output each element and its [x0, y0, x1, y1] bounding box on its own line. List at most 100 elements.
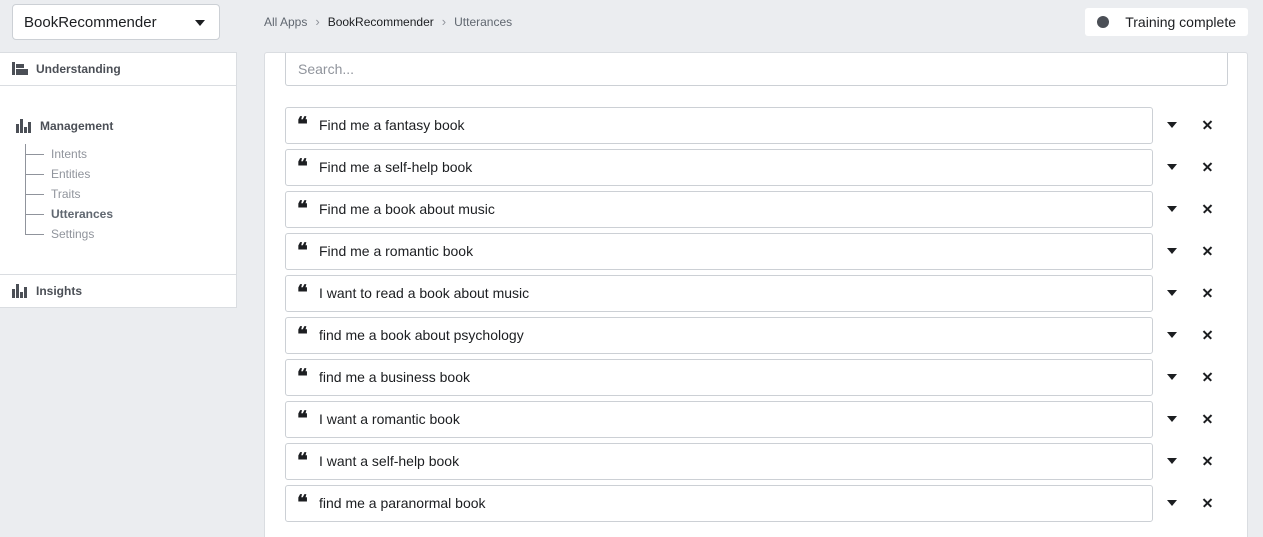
caret-down-icon: [1167, 248, 1177, 254]
utterance-text: Find me a fantasy book: [319, 117, 465, 133]
expand-utterance-button[interactable]: [1163, 286, 1181, 300]
subnav-item-utterances[interactable]: Utterances: [26, 204, 175, 224]
expand-utterance-button[interactable]: [1163, 202, 1181, 216]
search-input[interactable]: [285, 53, 1228, 86]
subnav-item-settings[interactable]: Settings: [26, 224, 175, 244]
quote-icon: ❝: [297, 406, 308, 430]
chevron-right-icon: ›: [315, 14, 320, 29]
utterance-row: ❝ find me a paranormal book: [285, 485, 1228, 527]
nav-management-label: Management: [40, 119, 114, 133]
expand-utterance-button[interactable]: [1163, 412, 1181, 426]
quote-icon: ❝: [297, 448, 308, 472]
app-selector[interactable]: BookRecommender: [12, 4, 220, 40]
expand-utterance-button[interactable]: [1163, 244, 1181, 258]
utterance-row: ❝ find me a business book: [285, 359, 1228, 401]
caret-down-icon: [1167, 374, 1177, 380]
expand-utterance-button[interactable]: [1163, 496, 1181, 510]
delete-utterance-button[interactable]: [1199, 284, 1217, 302]
delete-utterance-button[interactable]: [1199, 410, 1217, 428]
utterance-row: ❝ I want to read a book about music: [285, 275, 1228, 317]
nav-understanding-label: Understanding: [36, 62, 121, 76]
utterance-row: ❝ Find me a self-help book: [285, 149, 1228, 191]
utterance-text: Find me a romantic book: [319, 243, 474, 259]
utterance-row: ❝ find me a book about psychology: [285, 317, 1228, 359]
caret-down-icon: [1167, 164, 1177, 170]
utterance-field[interactable]: ❝ Find me a book about music: [285, 191, 1153, 228]
nav-insights-label: Insights: [36, 284, 83, 298]
delete-utterance-button[interactable]: [1199, 242, 1217, 260]
utterance-text: find me a business book: [319, 369, 470, 385]
quote-icon: ❝: [297, 280, 308, 304]
quote-icon: ❝: [297, 238, 308, 262]
utterance-field[interactable]: ❝ find me a book about psychology: [285, 317, 1153, 354]
utterance-field[interactable]: ❝ I want a romantic book: [285, 401, 1153, 438]
delete-utterance-button[interactable]: [1199, 158, 1217, 176]
expand-utterance-button[interactable]: [1163, 454, 1181, 468]
caret-down-icon: [1167, 206, 1177, 212]
delete-utterance-button[interactable]: [1199, 452, 1217, 470]
training-status: Training complete: [1085, 8, 1248, 36]
subnav-item-traits[interactable]: Traits: [26, 184, 175, 204]
utterance-text: I want a self-help book: [319, 453, 460, 469]
caret-down-icon: [1167, 290, 1177, 296]
utterance-text: Find me a book about music: [319, 201, 495, 217]
breadcrumb-all-apps[interactable]: All Apps: [264, 15, 307, 29]
caret-down-icon: [1167, 500, 1177, 506]
sidebar: BookRecommender Understanding Management: [0, 0, 237, 537]
utterance-field[interactable]: ❝ find me a business book: [285, 359, 1153, 396]
training-status-label: Training complete: [1125, 14, 1236, 30]
quote-icon: ❝: [297, 196, 308, 220]
quote-icon: ❝: [297, 154, 308, 178]
breadcrumb-page: Utterances: [454, 14, 513, 29]
utterance-field[interactable]: ❝ Find me a self-help book: [285, 149, 1153, 186]
management-subnav: Intents Entities Traits Utterances Setti…: [25, 144, 175, 241]
understanding-icon: [12, 62, 28, 76]
nav-section-management: Management Intents Entities Traits Utter…: [0, 85, 237, 275]
delete-utterance-button[interactable]: [1199, 116, 1217, 134]
expand-utterance-button[interactable]: [1163, 328, 1181, 342]
caret-down-icon: [1167, 122, 1177, 128]
utterance-row: ❝ Find me a romantic book: [285, 233, 1228, 275]
nav-section-insights: Insights: [0, 274, 237, 308]
utterance-text: find me a book about psychology: [319, 327, 524, 343]
expand-utterance-button[interactable]: [1163, 370, 1181, 384]
expand-utterance-button[interactable]: [1163, 118, 1181, 132]
chevron-right-icon: ›: [441, 14, 447, 29]
utterance-field[interactable]: ❝ I want a self-help book: [285, 443, 1153, 480]
quote-icon: ❝: [297, 364, 308, 388]
nav-understanding[interactable]: Understanding: [12, 62, 121, 76]
nav-section-understanding: Understanding: [0, 52, 237, 86]
delete-utterance-button[interactable]: [1199, 494, 1217, 512]
utterance-row: ❝ I want a romantic book: [285, 401, 1228, 443]
utterance-row: ❝ I want a self-help book: [285, 443, 1228, 485]
utterance-text: find me a paranormal book: [319, 495, 486, 511]
utterance-field[interactable]: ❝ Find me a romantic book: [285, 233, 1153, 270]
utterance-text: I want a romantic book: [319, 411, 460, 427]
quote-icon: ❝: [297, 112, 308, 136]
breadcrumb-app[interactable]: BookRecommender: [328, 15, 434, 29]
insights-chart-icon: [12, 284, 28, 298]
expand-utterance-button[interactable]: [1163, 160, 1181, 174]
quote-icon: ❝: [297, 322, 308, 346]
breadcrumb: All Apps › BookRecommender › Utterances: [264, 14, 512, 29]
utterance-field[interactable]: ❝ Find me a fantasy book: [285, 107, 1153, 144]
caret-down-icon: [1167, 416, 1177, 422]
utterance-list: ❝ Find me a fantasy book ❝ Find me a sel…: [285, 107, 1228, 527]
status-dot-icon: [1097, 16, 1110, 28]
utterance-text: Find me a self-help book: [319, 159, 473, 175]
caret-down-icon: [1167, 458, 1177, 464]
delete-utterance-button[interactable]: [1199, 326, 1217, 344]
bar-chart-icon: [16, 119, 32, 133]
utterance-text: I want to read a book about music: [319, 285, 530, 301]
subnav-item-entities[interactable]: Entities: [26, 164, 175, 184]
utterance-field[interactable]: ❝ find me a paranormal book: [285, 485, 1153, 522]
delete-utterance-button[interactable]: [1199, 368, 1217, 386]
caret-down-icon: [195, 20, 205, 26]
delete-utterance-button[interactable]: [1199, 200, 1217, 218]
nav-management[interactable]: Management: [16, 119, 113, 133]
app-selector-value: BookRecommender: [24, 13, 157, 31]
nav-insights[interactable]: Insights: [12, 284, 82, 298]
subnav-item-intents[interactable]: Intents: [26, 144, 175, 164]
utterances-panel: ❝ Find me a fantasy book ❝ Find me a sel…: [264, 52, 1248, 537]
utterance-field[interactable]: ❝ I want to read a book about music: [285, 275, 1153, 312]
